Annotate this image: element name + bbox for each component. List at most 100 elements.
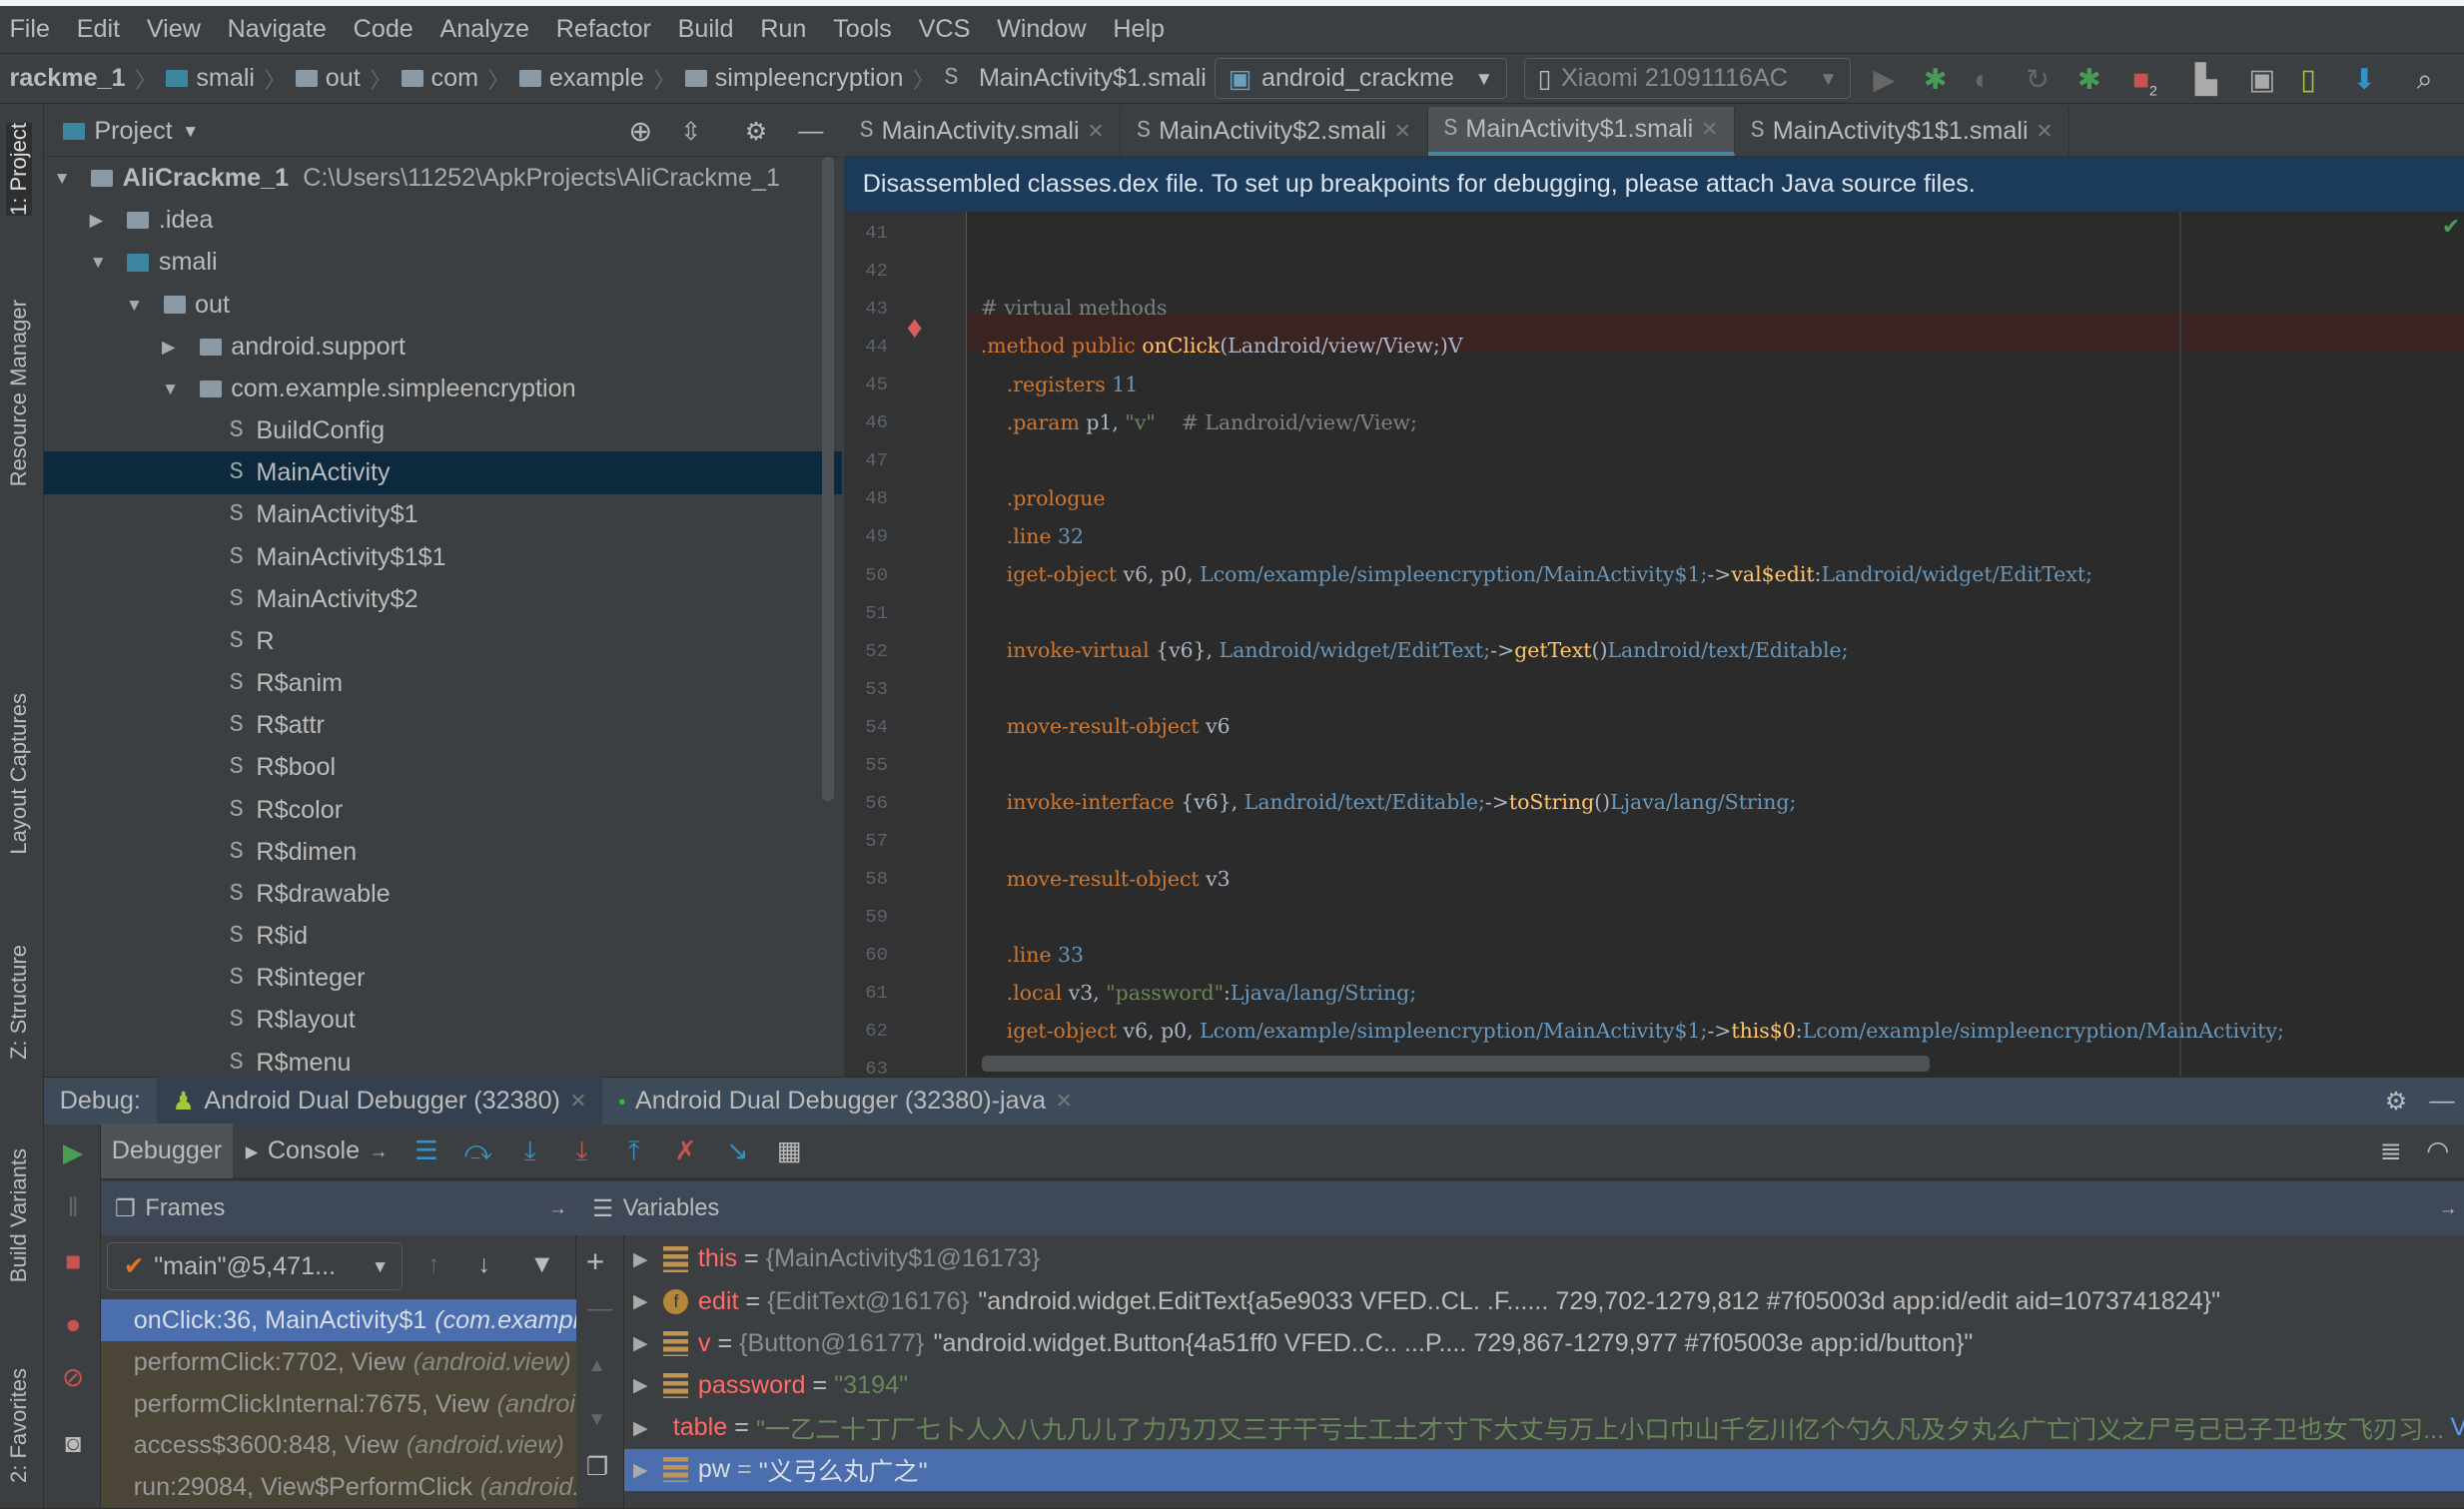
frame-item[interactable]: onClick:36, MainActivity$1(com.example.s… [100, 1299, 577, 1342]
tree-item[interactable]: S R$layout [44, 1000, 842, 1042]
variable-item[interactable]: ▶ f edit = {EditText@16176} "android.widget… [624, 1280, 2464, 1322]
menu-tools[interactable]: Tools [833, 15, 892, 44]
expand-arrow-icon[interactable]: ▶ [633, 1290, 648, 1312]
menu-view[interactable]: View [147, 15, 201, 44]
tool-window-build-variants[interactable]: Build Variants [6, 1148, 32, 1282]
tree-item[interactable]: S R$dimen [44, 831, 842, 873]
tree-item[interactable]: S R$color [44, 789, 842, 831]
profile-icon[interactable]: ◐ [1974, 63, 1991, 96]
frame-item[interactable]: performClickInternal:7675, View(android.… [100, 1382, 577, 1426]
tree-item[interactable]: S R$attr [44, 704, 842, 746]
avd-manager-icon[interactable]: ▣ [2248, 63, 2275, 96]
tree-item[interactable]: ▶ .idea [44, 199, 842, 241]
breadcrumb-item[interactable]: rackme_1 [0, 64, 135, 93]
show-execution-point-icon[interactable]: ☰ [401, 1128, 452, 1174]
close-icon[interactable]: ✕ [1394, 119, 1411, 144]
menu-build[interactable]: Build [678, 15, 734, 44]
chevron-down-icon[interactable]: ▼ [182, 121, 199, 142]
apply-changes-icon[interactable]: ↻ [2026, 63, 2050, 96]
tab-mainactivity-1-smali[interactable]: S MainActivity$1.smali ✕ [1427, 106, 1735, 157]
gear-icon[interactable]: ⚙ [2385, 1087, 2408, 1117]
variable-item[interactable]: ▶ v = {Button@16177} "android.widget.Butto… [624, 1322, 2464, 1364]
filter-icon[interactable]: ▼ [529, 1250, 554, 1279]
tree-item[interactable]: S R$drawable [44, 873, 842, 915]
breadcrumb-item[interactable]: smali [157, 64, 264, 93]
move-up-icon[interactable]: ▲ [587, 1354, 606, 1376]
tree-item[interactable]: S R$id [44, 915, 842, 957]
hide-icon[interactable]: — [2429, 1087, 2454, 1116]
breadcrumb-item[interactable]: com [392, 64, 487, 93]
stop-icon[interactable]: ■2 [2132, 63, 2157, 99]
step-into-icon[interactable]: ⤓ [504, 1128, 556, 1174]
menu-file[interactable]: File [9, 15, 50, 44]
menu-run[interactable]: Run [760, 15, 806, 44]
breakpoint-icon[interactable]: ♦ [907, 310, 923, 346]
close-icon[interactable]: ✕ [1056, 1089, 1073, 1114]
tool-window-layout-captures[interactable]: Layout Captures [6, 693, 32, 855]
expand-arrow-icon[interactable]: ▶ [633, 1459, 648, 1481]
variable-item[interactable]: ▶ this = {MainActivity$1@16173} [624, 1238, 2464, 1280]
debug-session-tab[interactable]: ♟ Android Dual Debugger (32380) ✕ [156, 1077, 603, 1126]
frame-item[interactable]: access$3600:848, View (android.view) [100, 1424, 577, 1468]
move-down-icon[interactable]: ▼ [587, 1408, 606, 1430]
tool-window-structure[interactable]: Z: Structure [6, 945, 32, 1060]
breadcrumb-item[interactable]: S MainActivity$1.smali [935, 64, 1216, 93]
close-icon[interactable]: ✕ [1701, 117, 1718, 142]
close-icon[interactable]: ✕ [1087, 119, 1104, 144]
tree-item[interactable]: ▶ android.support [44, 326, 842, 368]
tool-window-favorites[interactable]: 2: Favorites [6, 1368, 32, 1483]
drop-frame-icon[interactable]: ✗ [660, 1128, 712, 1174]
restore-layout-icon[interactable]: ≣ [2365, 1128, 2417, 1174]
tab-mainactivity-1-1-smali[interactable]: S MainActivity$1$1.smali ✕ [1735, 106, 2070, 157]
step-out-icon[interactable]: ⤒ [608, 1128, 660, 1174]
run-config-dropdown[interactable]: ▣ android_crackme ▼ [1215, 58, 1507, 100]
debug-session-tab[interactable]: ● Android Dual Debugger (32380)-java ✕ [602, 1077, 1088, 1126]
hide-icon[interactable]: — [798, 117, 823, 146]
device-manager-icon[interactable]: ▯ [2300, 63, 2316, 96]
menu-window[interactable]: Window [997, 15, 1086, 44]
breadcrumb-item[interactable]: simpleencryption [675, 64, 913, 93]
evaluate-expression-icon[interactable]: ▦ [763, 1128, 815, 1174]
tree-item[interactable]: S MainActivity$2 [44, 578, 842, 620]
breadcrumb-item[interactable]: out [286, 64, 370, 93]
copy-watch-icon[interactable]: ❐ [586, 1452, 609, 1482]
tool-window-project[interactable]: 1: Project [6, 122, 33, 216]
variable-item[interactable]: ▶ password = "3194" [624, 1364, 2464, 1406]
tree-item[interactable]: ▼ com.example.simpleencryption [44, 368, 842, 409]
device-dropdown[interactable]: ▯ Xiaomi 21091116AC ▼ [1524, 58, 1852, 100]
menu-vcs[interactable]: VCS [919, 15, 971, 44]
project-view-selector[interactable]: Project [94, 117, 172, 146]
tab-mainactivity-2-smali[interactable]: S MainActivity$2.smali ✕ [1121, 106, 1428, 157]
tree-item[interactable]: S MainActivity$1$1 [44, 536, 842, 578]
force-step-into-icon[interactable]: ⤓ [556, 1128, 608, 1174]
stop-icon[interactable]: ■ [47, 1238, 99, 1285]
variable-item[interactable]: ▶ table = "一乙二十丁厂七卜人入八九几儿了力乃刀又三于干亏士工土才寸下大… [624, 1406, 2464, 1448]
tab-mainactivity-smali[interactable]: S MainActivity.smali ✕ [844, 106, 1122, 157]
gear-icon[interactable]: ⚙ [745, 117, 768, 147]
tree-item[interactable]: ▼ smali [44, 242, 842, 284]
tree-item[interactable]: S MainActivity [44, 451, 843, 494]
expand-arrow-icon[interactable]: ▶ [633, 1374, 648, 1396]
pause-icon[interactable]: ‖ [47, 1184, 99, 1231]
project-structure-icon[interactable]: ▙ [2195, 63, 2217, 96]
resume-icon[interactable]: ▶ [47, 1130, 99, 1176]
tree-item[interactable]: S R$bool [44, 747, 842, 789]
expand-arrow-icon[interactable]: ▶ [633, 1417, 648, 1439]
expand-arrow-icon[interactable]: ▶ [633, 1332, 648, 1354]
expanded-arrow-icon[interactable]: ▼ [162, 378, 184, 399]
menu-refactor[interactable]: Refactor [556, 15, 651, 44]
memory-icon[interactable]: ◠ [2412, 1128, 2464, 1174]
tree-item[interactable]: S BuildConfig [44, 409, 842, 451]
menu-code[interactable]: Code [354, 15, 413, 44]
expanded-arrow-icon[interactable]: ▼ [126, 295, 148, 316]
tree-item[interactable]: SR [44, 620, 842, 662]
collapse-all-icon[interactable]: ⇳ [680, 117, 701, 147]
pin-icon[interactable]: → [548, 1197, 567, 1219]
menu-analyze[interactable]: Analyze [440, 15, 530, 44]
tab-console[interactable]: ▸ Console → [233, 1136, 401, 1166]
frame-item[interactable]: performClick:7702, View (android.view) [100, 1340, 577, 1384]
camera-icon[interactable]: ◙ [47, 1420, 99, 1467]
tool-window-resource-manager[interactable]: Resource Manager [6, 300, 32, 486]
run-icon[interactable]: ▶ [1873, 63, 1895, 96]
close-icon[interactable]: ✕ [2036, 119, 2053, 144]
